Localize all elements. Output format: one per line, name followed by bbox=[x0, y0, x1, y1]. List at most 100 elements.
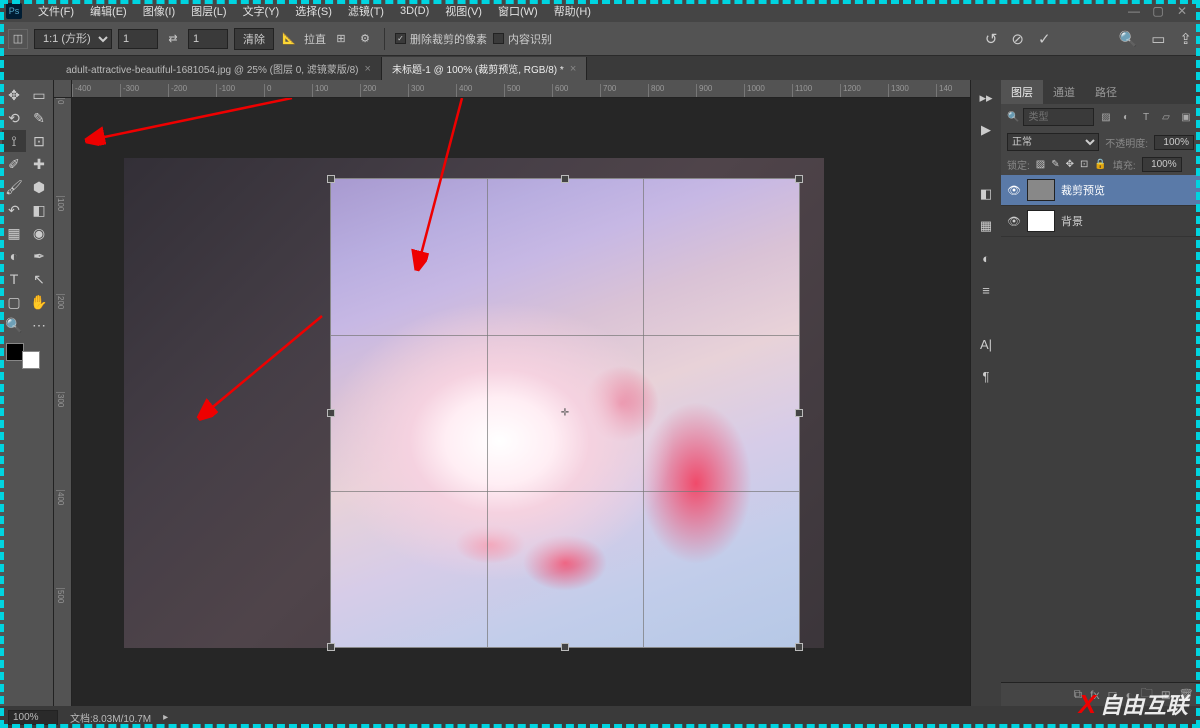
zoom-level[interactable]: 100% bbox=[8, 710, 58, 725]
document-tab[interactable]: 未标题-1 @ 100% (裁剪预览, RGB/8) * × bbox=[382, 57, 587, 80]
share-icon[interactable]: ⇪ bbox=[1179, 30, 1192, 48]
menu-window[interactable]: 窗口(W) bbox=[490, 3, 546, 19]
layer-row[interactable]: 👁 裁剪预览 bbox=[1001, 175, 1200, 206]
menu-type[interactable]: 文字(Y) bbox=[235, 3, 288, 19]
search-icon[interactable]: 🔍 bbox=[1119, 30, 1138, 48]
hand-tool[interactable]: ✋ bbox=[27, 291, 51, 313]
menu-3d[interactable]: 3D(D) bbox=[392, 5, 437, 17]
overlay-options-icon[interactable]: ⊞ bbox=[332, 30, 350, 48]
adjustments-panel-icon[interactable]: ◐ bbox=[976, 248, 996, 268]
crop-width-input[interactable] bbox=[118, 29, 158, 49]
commit-crop-icon[interactable]: ✓ bbox=[1038, 30, 1051, 48]
channels-tab[interactable]: 通道 bbox=[1043, 80, 1085, 104]
background-color[interactable] bbox=[22, 351, 40, 369]
edit-toolbar[interactable]: ⋯ bbox=[27, 314, 51, 336]
menu-view[interactable]: 视图(V) bbox=[437, 3, 490, 19]
swap-dimensions-icon[interactable]: ⇄ bbox=[164, 30, 182, 48]
straighten-icon[interactable]: 📐 bbox=[280, 30, 298, 48]
menu-layer[interactable]: 图层(L) bbox=[183, 3, 234, 19]
layer-list: 👁 裁剪预览 👁 背景 bbox=[1001, 175, 1200, 682]
clone-stamp-tool[interactable]: ⬢ bbox=[27, 176, 51, 198]
clear-button[interactable]: 清除 bbox=[234, 28, 274, 50]
paths-tab[interactable]: 路径 bbox=[1085, 80, 1127, 104]
aspect-ratio-select[interactable]: 1:1 (方形) bbox=[34, 29, 112, 49]
opacity-value[interactable]: 100% bbox=[1154, 135, 1194, 150]
path-select-tool[interactable]: ↖ bbox=[27, 268, 51, 290]
lock-all-icon[interactable]: 🔒 bbox=[1094, 159, 1106, 170]
swatches-panel-icon[interactable]: ▦ bbox=[976, 216, 996, 236]
move-tool[interactable]: ✥ bbox=[2, 84, 26, 106]
workspace-icon[interactable]: ▭ bbox=[1151, 30, 1165, 48]
play-panel-icon[interactable]: ▶ bbox=[976, 120, 996, 140]
menu-filter[interactable]: 滤镜(T) bbox=[340, 3, 392, 19]
menu-edit[interactable]: 编辑(E) bbox=[82, 3, 135, 19]
fill-value[interactable]: 100% bbox=[1142, 157, 1182, 172]
crop-settings-icon[interactable]: ⚙ bbox=[356, 30, 374, 48]
watermark: X 自由互联 bbox=[1079, 688, 1188, 720]
close-tab-icon[interactable]: × bbox=[365, 63, 371, 75]
para-panel-icon[interactable]: ¶ bbox=[976, 366, 996, 386]
close-button[interactable]: ✕ bbox=[1170, 4, 1194, 18]
reset-icon[interactable]: ↺ bbox=[985, 30, 998, 48]
quick-select-tool[interactable]: ✎ bbox=[27, 107, 51, 129]
color-swatches[interactable] bbox=[6, 343, 40, 369]
filter-pixel-icon[interactable]: ▨ bbox=[1098, 110, 1114, 124]
zoom-tool[interactable]: 🔍 bbox=[2, 314, 26, 336]
menu-file[interactable]: 文件(F) bbox=[30, 3, 82, 19]
menu-image[interactable]: 图像(I) bbox=[135, 3, 183, 19]
lock-artboard-icon[interactable]: ⊡ bbox=[1080, 159, 1088, 170]
cancel-crop-icon[interactable]: ⊘ bbox=[1011, 30, 1024, 48]
properties-panel-icon[interactable]: ≡ bbox=[976, 280, 996, 300]
blur-tool[interactable]: ◉ bbox=[27, 222, 51, 244]
frame-tool[interactable]: ⊡ bbox=[27, 130, 51, 152]
layer-filter-input[interactable] bbox=[1023, 108, 1094, 126]
eyedropper-tool[interactable]: ✐ bbox=[2, 153, 26, 175]
filter-kind-icon[interactable]: 🔍 bbox=[1007, 112, 1019, 123]
delete-cropped-checkbox[interactable]: ✓删除裁剪的像素 bbox=[395, 31, 487, 47]
rect-marquee-tool[interactable]: ▭ bbox=[27, 84, 51, 106]
filter-adjust-icon[interactable]: ◐ bbox=[1118, 110, 1134, 124]
lock-position-icon[interactable]: ✥ bbox=[1066, 159, 1074, 170]
document-tab[interactable]: adult-attractive-beautiful-1681054.jpg @… bbox=[56, 57, 382, 80]
content-aware-checkbox[interactable]: 内容识别 bbox=[493, 31, 552, 47]
layer-name[interactable]: 背景 bbox=[1061, 213, 1083, 229]
status-chevron-icon[interactable]: ▸ bbox=[163, 712, 168, 723]
history-panel-icon[interactable]: ▸▸ bbox=[976, 88, 996, 108]
layer-thumbnail[interactable] bbox=[1027, 179, 1055, 201]
dodge-tool[interactable]: ◐ bbox=[2, 245, 26, 267]
maximize-button[interactable]: ▢ bbox=[1146, 4, 1170, 18]
menu-select[interactable]: 选择(S) bbox=[287, 3, 340, 19]
crop-height-input[interactable] bbox=[188, 29, 228, 49]
rectangle-tool[interactable]: ▢ bbox=[2, 291, 26, 313]
filter-smart-icon[interactable]: ▣ bbox=[1178, 110, 1194, 124]
color-panel-icon[interactable]: ◧ bbox=[976, 184, 996, 204]
close-tab-icon[interactable]: × bbox=[570, 63, 576, 75]
gradient-tool[interactable]: ▦ bbox=[2, 222, 26, 244]
crop-tool[interactable]: ⟟ bbox=[2, 130, 26, 152]
history-brush-tool[interactable]: ↶ bbox=[2, 199, 26, 221]
layer-thumbnail[interactable] bbox=[1027, 210, 1055, 232]
filter-shape-icon[interactable]: ▱ bbox=[1158, 110, 1174, 124]
toolbox: ✥ ▭ ⟲ ✎ ⟟ ⊡ ✐ ✚ 🖌 ⬢ ↶ ◧ ▦ ◉ ◐ ✒ T ↖ ▢ ✋ … bbox=[0, 80, 54, 706]
document-viewport[interactable]: ✛ bbox=[72, 98, 970, 706]
lock-transparency-icon[interactable]: ▨ bbox=[1036, 159, 1045, 170]
layer-name[interactable]: 裁剪预览 bbox=[1061, 182, 1105, 198]
lasso-tool[interactable]: ⟲ bbox=[2, 107, 26, 129]
char-panel-icon[interactable]: A| bbox=[976, 334, 996, 354]
healing-brush-tool[interactable]: ✚ bbox=[27, 153, 51, 175]
canvas-area[interactable]: -400-300-200-100010020030040050060070080… bbox=[54, 80, 970, 706]
layer-visibility-icon[interactable]: 👁 bbox=[1007, 215, 1021, 228]
lock-pixels-icon[interactable]: ✎ bbox=[1051, 159, 1059, 170]
layer-visibility-icon[interactable]: 👁 bbox=[1007, 184, 1021, 197]
filter-type-icon[interactable]: T bbox=[1138, 110, 1154, 124]
minimize-button[interactable]: — bbox=[1122, 4, 1146, 18]
layers-tab[interactable]: 图层 bbox=[1001, 80, 1043, 104]
pen-tool[interactable]: ✒ bbox=[27, 245, 51, 267]
eraser-tool[interactable]: ◧ bbox=[27, 199, 51, 221]
blend-mode-select[interactable]: 正常 bbox=[1007, 133, 1099, 151]
brush-tool[interactable]: 🖌 bbox=[2, 176, 26, 198]
watermark-text: 自由互联 bbox=[1100, 688, 1188, 720]
menu-help[interactable]: 帮助(H) bbox=[546, 3, 599, 19]
layer-row[interactable]: 👁 背景 bbox=[1001, 206, 1200, 237]
type-tool[interactable]: T bbox=[2, 268, 26, 290]
